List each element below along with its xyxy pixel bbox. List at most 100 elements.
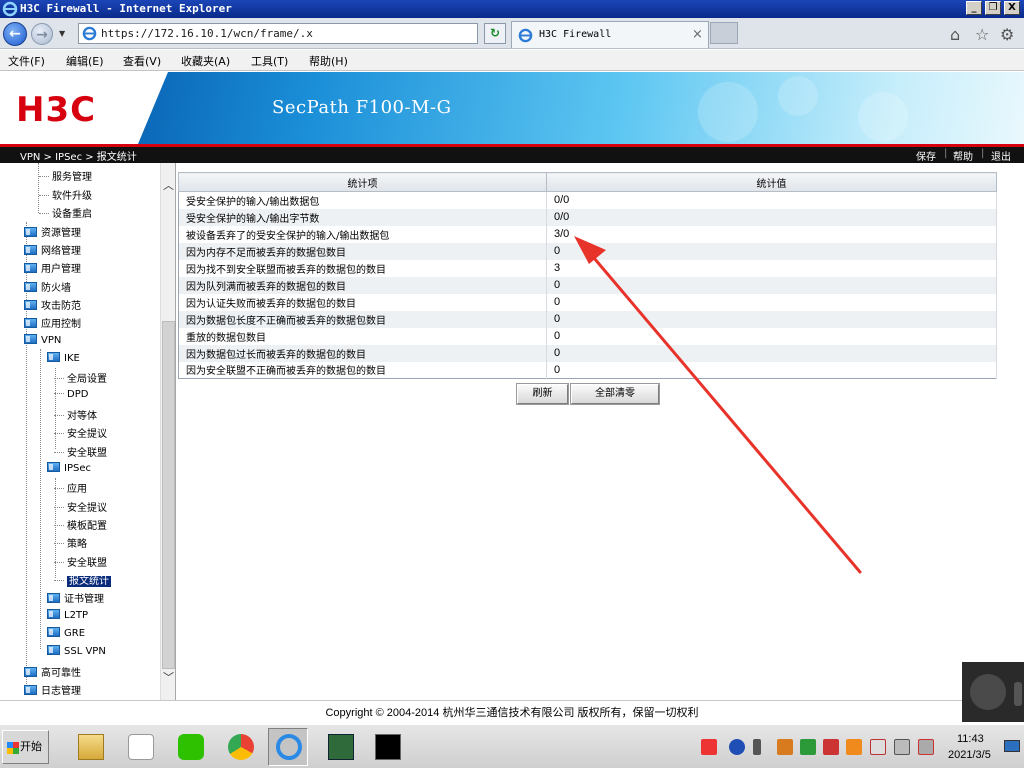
minimize-button[interactable]: _ [966,1,982,15]
taskbar-cmd[interactable] [367,728,407,766]
menu-help[interactable]: 帮助(H) [309,53,348,69]
gear-icon[interactable]: ⚙ [1000,25,1014,44]
sidebar-item-global-settings[interactable]: 全局设置 [54,370,107,388]
tray-app-3-icon[interactable] [823,739,839,755]
taskbar-wechat[interactable] [170,728,210,766]
stats-table: 统计项 统计值 受安全保护的输入/输出数据包 0/0 受安全保护的输入/输出字节数… [178,172,997,379]
table-row: 受安全保护的输入/输出字节数 0/0 [178,208,997,226]
sidebar-item-packet-stats[interactable]: 报文统计 [54,572,111,590]
sidebar-item-l2tp[interactable]: L2TP [47,609,88,627]
refresh-icon[interactable]: ↻ [484,23,506,44]
play-icon [970,674,1006,710]
sidebar-item-network-mgmt[interactable]: 网络管理 [24,242,81,260]
tray-app-1-icon[interactable] [777,739,793,755]
sidebar-item-cert-mgmt[interactable]: 证书管理 [47,590,104,608]
clock-time[interactable]: 11:43 [957,733,984,745]
folder-open-icon [47,352,60,362]
tab-close-icon[interactable]: × [692,27,703,42]
taskbar-ie[interactable] [268,728,308,766]
sidebar-item-resource-mgmt[interactable]: 资源管理 [24,224,81,242]
h3c-logo: H3C [16,90,97,130]
widget-handle[interactable] [1014,682,1022,706]
windows-icon [7,742,19,754]
help-link[interactable]: 帮助 [953,148,973,163]
sidebar-item-ipsec[interactable]: IPSec [47,462,91,480]
browser-tab[interactable]: H3C Firewall × [511,21,709,48]
sidebar-item-peer[interactable]: 对等体 [54,407,97,425]
folder-open-icon [24,334,37,344]
chrome-icon [228,734,254,760]
sidebar-item-log-mgmt[interactable]: 日志管理 [24,682,81,700]
sidebar-item-ike[interactable]: IKE [47,352,80,370]
chevron-down-icon[interactable]: ﹀ [161,669,175,685]
sidebar-item-high-availability[interactable]: 高可靠性 [24,664,81,682]
taskbar-file-explorer[interactable] [70,728,110,766]
new-tab-button[interactable] [710,22,738,44]
flag-icon[interactable] [753,739,761,755]
sidebar-scrollbar[interactable]: ︿ ﹀ [160,163,175,700]
stat-value: 3 [546,259,997,277]
sidebar-item-firewall[interactable]: 防火墙 [24,279,71,297]
menu-view[interactable]: 查看(V) [123,53,161,69]
help-icon[interactable] [729,739,745,755]
scrollbar-thumb[interactable] [162,321,175,669]
forward-button[interactable]: → [31,23,53,45]
sidebar-item-device-reboot[interactable]: 设备重启 [39,205,92,223]
network-icon[interactable] [894,739,910,755]
menu-favorites[interactable]: 收藏夹(A) [181,53,230,69]
clock-date[interactable]: 2021/3/5 [948,749,991,761]
sidebar-item-user-mgmt[interactable]: 用户管理 [24,260,81,278]
sidebar-item-ipsec-proposal[interactable]: 安全提议 [54,499,107,517]
tray-app-2-icon[interactable] [800,739,816,755]
history-dropdown-icon[interactable]: ▼ [59,29,65,38]
clear-all-button[interactable]: 全部清零 [570,383,660,405]
sidebar-item-policy[interactable]: 策略 [54,535,87,553]
folder-icon [24,263,37,273]
sidebar-item-dpd[interactable]: DPD [54,389,88,407]
address-bar[interactable]: https://172.16.10.1/wcn/frame/.x ⚲ ▼ [78,23,551,44]
sogou-icon[interactable] [701,739,717,755]
stat-value: 0 [546,361,997,379]
sidebar-item-template[interactable]: 模板配置 [54,517,107,535]
save-link[interactable]: 保存 [916,148,936,163]
column-header-item: 统计项 [178,172,547,192]
sidebar-item-software-upgrade[interactable]: 软件升级 [39,187,92,205]
table-row: 受安全保护的输入/输出数据包 0/0 [178,191,997,209]
refresh-button[interactable]: 刷新 [516,383,569,405]
menu-bar: 文件(F) 编辑(E) 查看(V) 收藏夹(A) 工具(T) 帮助(H) [0,50,1024,71]
floating-widget[interactable] [962,662,1024,722]
sidebar-item-vpn[interactable]: VPN [24,334,61,352]
show-desktop-button[interactable] [1004,740,1020,752]
sidebar-item-ipsec-sa[interactable]: 安全联盟 [54,554,107,572]
start-button[interactable]: 开始 [2,730,49,764]
menu-tools[interactable]: 工具(T) [251,53,288,69]
taskbar-java[interactable] [120,728,160,766]
menu-file[interactable]: 文件(F) [8,53,45,69]
menu-edit[interactable]: 编辑(E) [66,53,104,69]
stat-label: 因为认证失败而被丢弃的数据包的数目 [178,293,547,311]
chevron-up-icon[interactable]: ︿ [161,177,175,193]
volume-icon[interactable] [918,739,934,755]
sidebar-item-gre[interactable]: GRE [47,627,85,645]
home-icon[interactable]: ⌂ [950,25,960,44]
star-icon[interactable]: ☆ [975,25,989,44]
sidebar-item-ike-proposal[interactable]: 安全提议 [54,425,107,443]
tray-app-4-icon[interactable] [846,739,862,755]
logout-link[interactable]: 退出 [991,148,1011,163]
restore-button[interactable]: ❐ [985,1,1001,15]
back-button[interactable]: ← [3,22,27,46]
tray-app-5-icon[interactable] [870,739,886,755]
sidebar-item-attack-defense[interactable]: 攻击防范 [24,297,81,315]
sidebar-item-apply[interactable]: 应用 [54,480,87,498]
close-button[interactable]: X [1004,1,1020,15]
sidebar-item-service-mgmt[interactable]: 服务管理 [39,168,92,186]
taskbar-terminal-app[interactable] [320,728,360,766]
url-text[interactable]: https://172.16.10.1/wcn/frame/.x [101,27,313,40]
table-row: 因为队列满而被丢弃的数据包的数目 0 [178,276,997,294]
sidebar-item-app-control[interactable]: 应用控制 [24,315,81,333]
folder-open-icon [47,462,60,472]
stat-value: 0 [546,310,997,328]
sidebar-item-ike-sa[interactable]: 安全联盟 [54,444,107,462]
taskbar-chrome[interactable] [220,728,260,766]
sidebar-item-ssl-vpn[interactable]: SSL VPN [47,645,106,663]
